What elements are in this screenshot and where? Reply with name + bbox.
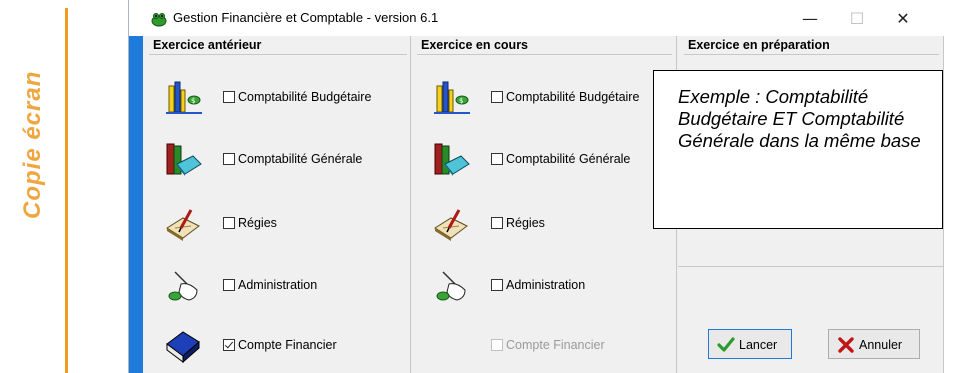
checkbox-comptabilite-budgetaire[interactable] [223, 91, 235, 103]
option-administration[interactable]: Administration [411, 266, 671, 306]
checkbox-comptabilite-generale[interactable] [223, 153, 235, 165]
header-divider [417, 54, 672, 55]
quill-book-icon [434, 209, 468, 241]
option-label: Comptabilité Budgétaire [238, 90, 372, 104]
annotation-callout: Exemple : Comptabilité Budgétaire ET Com… [653, 70, 943, 229]
option-label: Régies [506, 216, 545, 230]
option-compte-financier[interactable]: Compte Financier [143, 326, 403, 366]
option-regies[interactable]: Régies [143, 204, 403, 244]
option-compte-financier: Compte Financier [411, 326, 671, 366]
budget-scales-icon: $ [434, 81, 470, 114]
option-comptabilite-generale[interactable]: Comptabilité Générale [143, 140, 403, 180]
column-header: Exercice antérieur [153, 38, 262, 52]
column-exercice-anterieur: Exercice antérieur $ Comptabilité Budgét… [143, 36, 407, 373]
button-area-divider [678, 266, 943, 267]
option-regies[interactable]: Régies [411, 204, 671, 244]
svg-text:$: $ [191, 97, 195, 105]
annuler-button[interactable]: Annuler [828, 329, 920, 359]
option-comptabilite-budgetaire[interactable]: $ Comptabilité Budgétaire [143, 78, 403, 118]
maximize-button[interactable]: ☐ [834, 7, 880, 31]
checkmark-icon [717, 337, 735, 352]
header-divider [149, 54, 407, 55]
quill-book-icon [166, 209, 200, 241]
title-bar[interactable]: Gestion Financière et Comptable - versio… [129, 0, 954, 36]
side-caption: Copie écran [6, 0, 66, 373]
hand-pointer-icon [168, 271, 198, 301]
svg-text:$: $ [459, 97, 463, 105]
callout-text: Exemple : Comptabilité Budgétaire ET Com… [678, 86, 921, 151]
option-administration[interactable]: Administration [143, 266, 403, 306]
checkbox-administration[interactable] [491, 279, 503, 291]
hand-pointer-icon [436, 271, 466, 301]
window-title: Gestion Financière et Comptable - versio… [173, 10, 439, 25]
checkbox-comptabilite-generale[interactable] [491, 153, 503, 165]
checkbox-compte-financier [491, 339, 503, 351]
column-exercice-en-cours: Exercice en cours $ Comptabilité Budgéta… [410, 36, 677, 373]
column-header: Exercice en cours [421, 38, 529, 52]
minimize-button[interactable]: — [787, 7, 833, 31]
option-label: Compte Financier [238, 338, 337, 352]
books-icon [166, 143, 202, 176]
cross-icon [838, 337, 854, 353]
checkbox-compte-financier[interactable] [223, 339, 235, 351]
header-divider [684, 54, 939, 55]
lancer-label: Lancer [739, 338, 778, 352]
lancer-button[interactable]: Lancer [708, 329, 792, 359]
app-frog-icon [151, 13, 167, 27]
budget-scales-icon: $ [166, 81, 202, 114]
option-comptabilite-generale[interactable]: Comptabilité Générale [411, 140, 671, 180]
option-label: Administration [238, 278, 318, 292]
option-label: Régies [238, 216, 277, 230]
checkbox-regies[interactable] [491, 217, 503, 229]
blue-book-icon [166, 331, 200, 364]
side-caption-text: Copie écran [19, 70, 46, 219]
option-label: Administration [506, 278, 586, 292]
option-label: Comptabilité Budgétaire [506, 90, 640, 104]
annuler-label: Annuler [859, 338, 903, 352]
option-label: Comptabilité Générale [238, 152, 363, 166]
window-right-border [943, 36, 954, 373]
accent-strip [129, 36, 143, 373]
checkbox-regies[interactable] [223, 217, 235, 229]
column-header: Exercice en préparation [688, 38, 830, 52]
option-label: Comptabilité Générale [506, 152, 631, 166]
checkbox-administration[interactable] [223, 279, 235, 291]
close-button[interactable]: ✕ [880, 7, 926, 31]
option-comptabilite-budgetaire[interactable]: $ Comptabilité Budgétaire [411, 78, 671, 118]
option-label: Compte Financier [506, 338, 605, 352]
checkbox-comptabilite-budgetaire[interactable] [491, 91, 503, 103]
books-icon [434, 143, 470, 176]
orange-rule [65, 8, 68, 373]
